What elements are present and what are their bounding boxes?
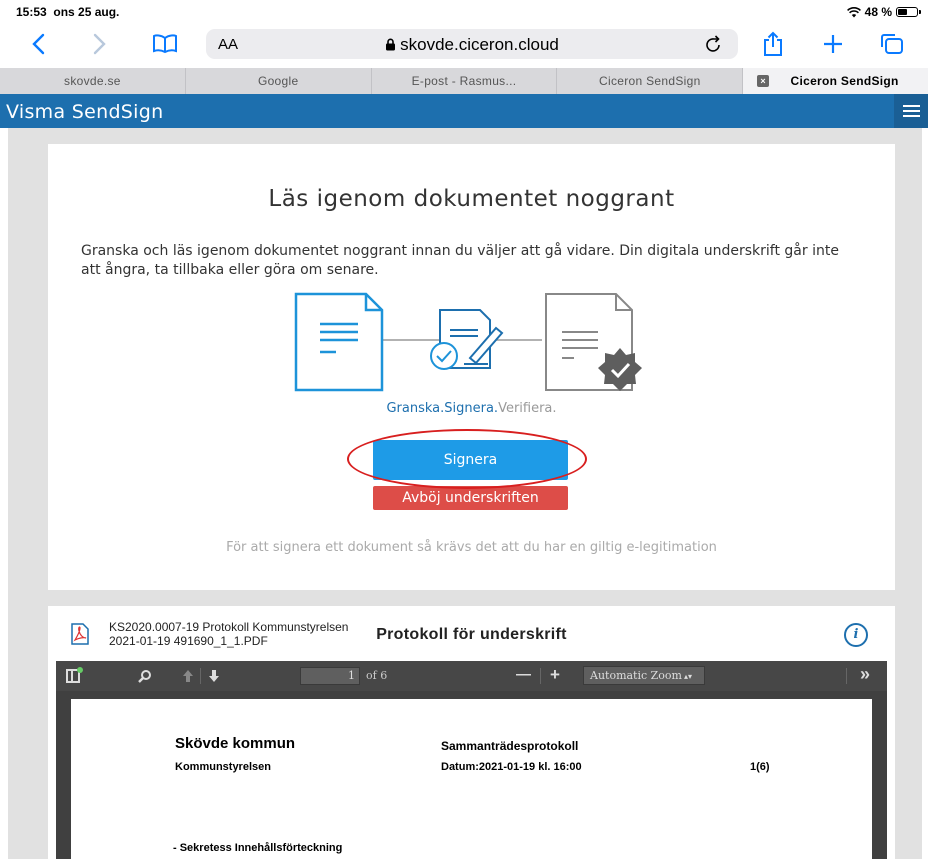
tab-label: skovde.se [64, 74, 121, 88]
tab-ciceron-active[interactable]: × Ciceron SendSign [743, 68, 928, 94]
url-display[interactable]: skovde.ciceron.cloud [206, 35, 738, 55]
reject-signature-button[interactable]: Avböj underskriften [373, 486, 568, 510]
pdf-toolbar: 1 of 6 — + Automatic Zoom ▴▾ » [56, 661, 887, 691]
tab-label: E-post - Rasmus... [411, 74, 517, 88]
page-count: of 6 [366, 669, 388, 682]
page-title: Läs igenom dokumentet noggrant [268, 186, 675, 212]
bookmarks-icon[interactable] [150, 30, 180, 58]
pdf-doc-type: Sammanträdesprotokoll [441, 739, 579, 753]
brand-logo: Visma SendSign [6, 101, 164, 123]
pdf-org: Skövde kommun [175, 735, 296, 752]
search-icon[interactable] [138, 669, 152, 683]
status-date: ons 25 aug. [53, 5, 120, 19]
intro-text: Granska och läs igenom dokumentet noggra… [81, 243, 839, 278]
sidebar-toggle-icon[interactable] [66, 667, 84, 683]
tab-skovde[interactable]: skovde.se [0, 68, 186, 94]
next-page-icon[interactable] [208, 669, 220, 683]
zoom-select[interactable]: Automatic Zoom ▴▾ [583, 666, 705, 685]
tab-epost[interactable]: E-post - Rasmus... [372, 68, 558, 94]
status-time-date: 15:53 ons 25 aug. [16, 5, 119, 19]
pdf-page: Skövde kommun Kommunstyrelsen Sammanträd… [71, 699, 872, 859]
tagline: Granska.Signera.Verifiera. [48, 401, 895, 416]
tagline-review: Granska. [386, 401, 445, 416]
battery-percent: 48 % [864, 5, 892, 19]
info-icon[interactable]: i [844, 623, 868, 647]
sign-card: Läs igenom dokumentet noggrant Granska o… [48, 144, 895, 590]
address-bar[interactable]: AA skovde.ciceron.cloud [206, 29, 738, 59]
review-sign-verify-illustration [294, 292, 642, 392]
more-tools-button[interactable]: » [860, 664, 870, 685]
previous-page-icon[interactable] [182, 669, 194, 683]
tab-label: Ciceron SendSign [790, 74, 899, 88]
status-right: 48 % [846, 5, 921, 19]
tab-strip: skovde.se Google E-post - Rasmus... Cice… [0, 68, 928, 94]
close-tab-icon[interactable]: × [757, 75, 770, 87]
url-text: skovde.ciceron.cloud [400, 35, 559, 54]
share-icon[interactable] [760, 30, 786, 58]
zoom-in-button[interactable]: + [550, 665, 560, 685]
document-card: KS2020.0007-19 Protokoll Kommunstyrelsen… [48, 606, 895, 859]
tabs-overview-icon[interactable] [878, 30, 906, 58]
pdf-page-count: 1(6) [750, 761, 770, 773]
app-header: Visma SendSign [0, 94, 928, 128]
status-time: 15:53 [16, 5, 47, 19]
e-id-requirement-note: För att signera ett dokument så krävs de… [226, 540, 717, 555]
zoom-out-button[interactable]: — [516, 666, 531, 683]
tagline-sign: Signera. [444, 401, 499, 416]
browser-toolbar: AA skovde.ciceron.cloud [0, 24, 928, 64]
battery-icon [896, 7, 921, 17]
reload-icon[interactable] [704, 33, 724, 60]
new-tab-icon[interactable] [820, 30, 846, 58]
back-icon[interactable] [26, 30, 50, 58]
forward-icon[interactable] [88, 30, 112, 58]
chevron-updown-icon: ▴▾ [683, 672, 693, 681]
pdf-viewer[interactable]: Skövde kommun Kommunstyrelsen Sammanträd… [56, 691, 887, 859]
tab-ciceron-1[interactable]: Ciceron SendSign [557, 68, 744, 94]
page-number-input[interactable]: 1 [300, 667, 360, 685]
tab-label: Google [257, 74, 299, 88]
sign-button[interactable]: Signera [373, 440, 568, 480]
pdf-section: - Sekretess Innehållsförteckning [173, 842, 343, 854]
hamburger-menu-icon[interactable] [894, 94, 928, 128]
tab-label: Ciceron SendSign [599, 74, 701, 88]
zoom-value: Automatic Zoom [590, 669, 682, 682]
lock-icon [386, 38, 396, 51]
status-bar: 15:53 ons 25 aug. 48 % [0, 0, 928, 24]
wifi-icon [846, 6, 861, 17]
tagline-verify: Verifiera. [498, 401, 557, 416]
pdf-date: Datum:2021-01-19 kl. 16:00 [441, 761, 582, 773]
document-title: Protokoll för underskrift [376, 626, 567, 643]
pdf-dept: Kommunstyrelsen [175, 761, 271, 773]
tab-google[interactable]: Google [186, 68, 372, 94]
